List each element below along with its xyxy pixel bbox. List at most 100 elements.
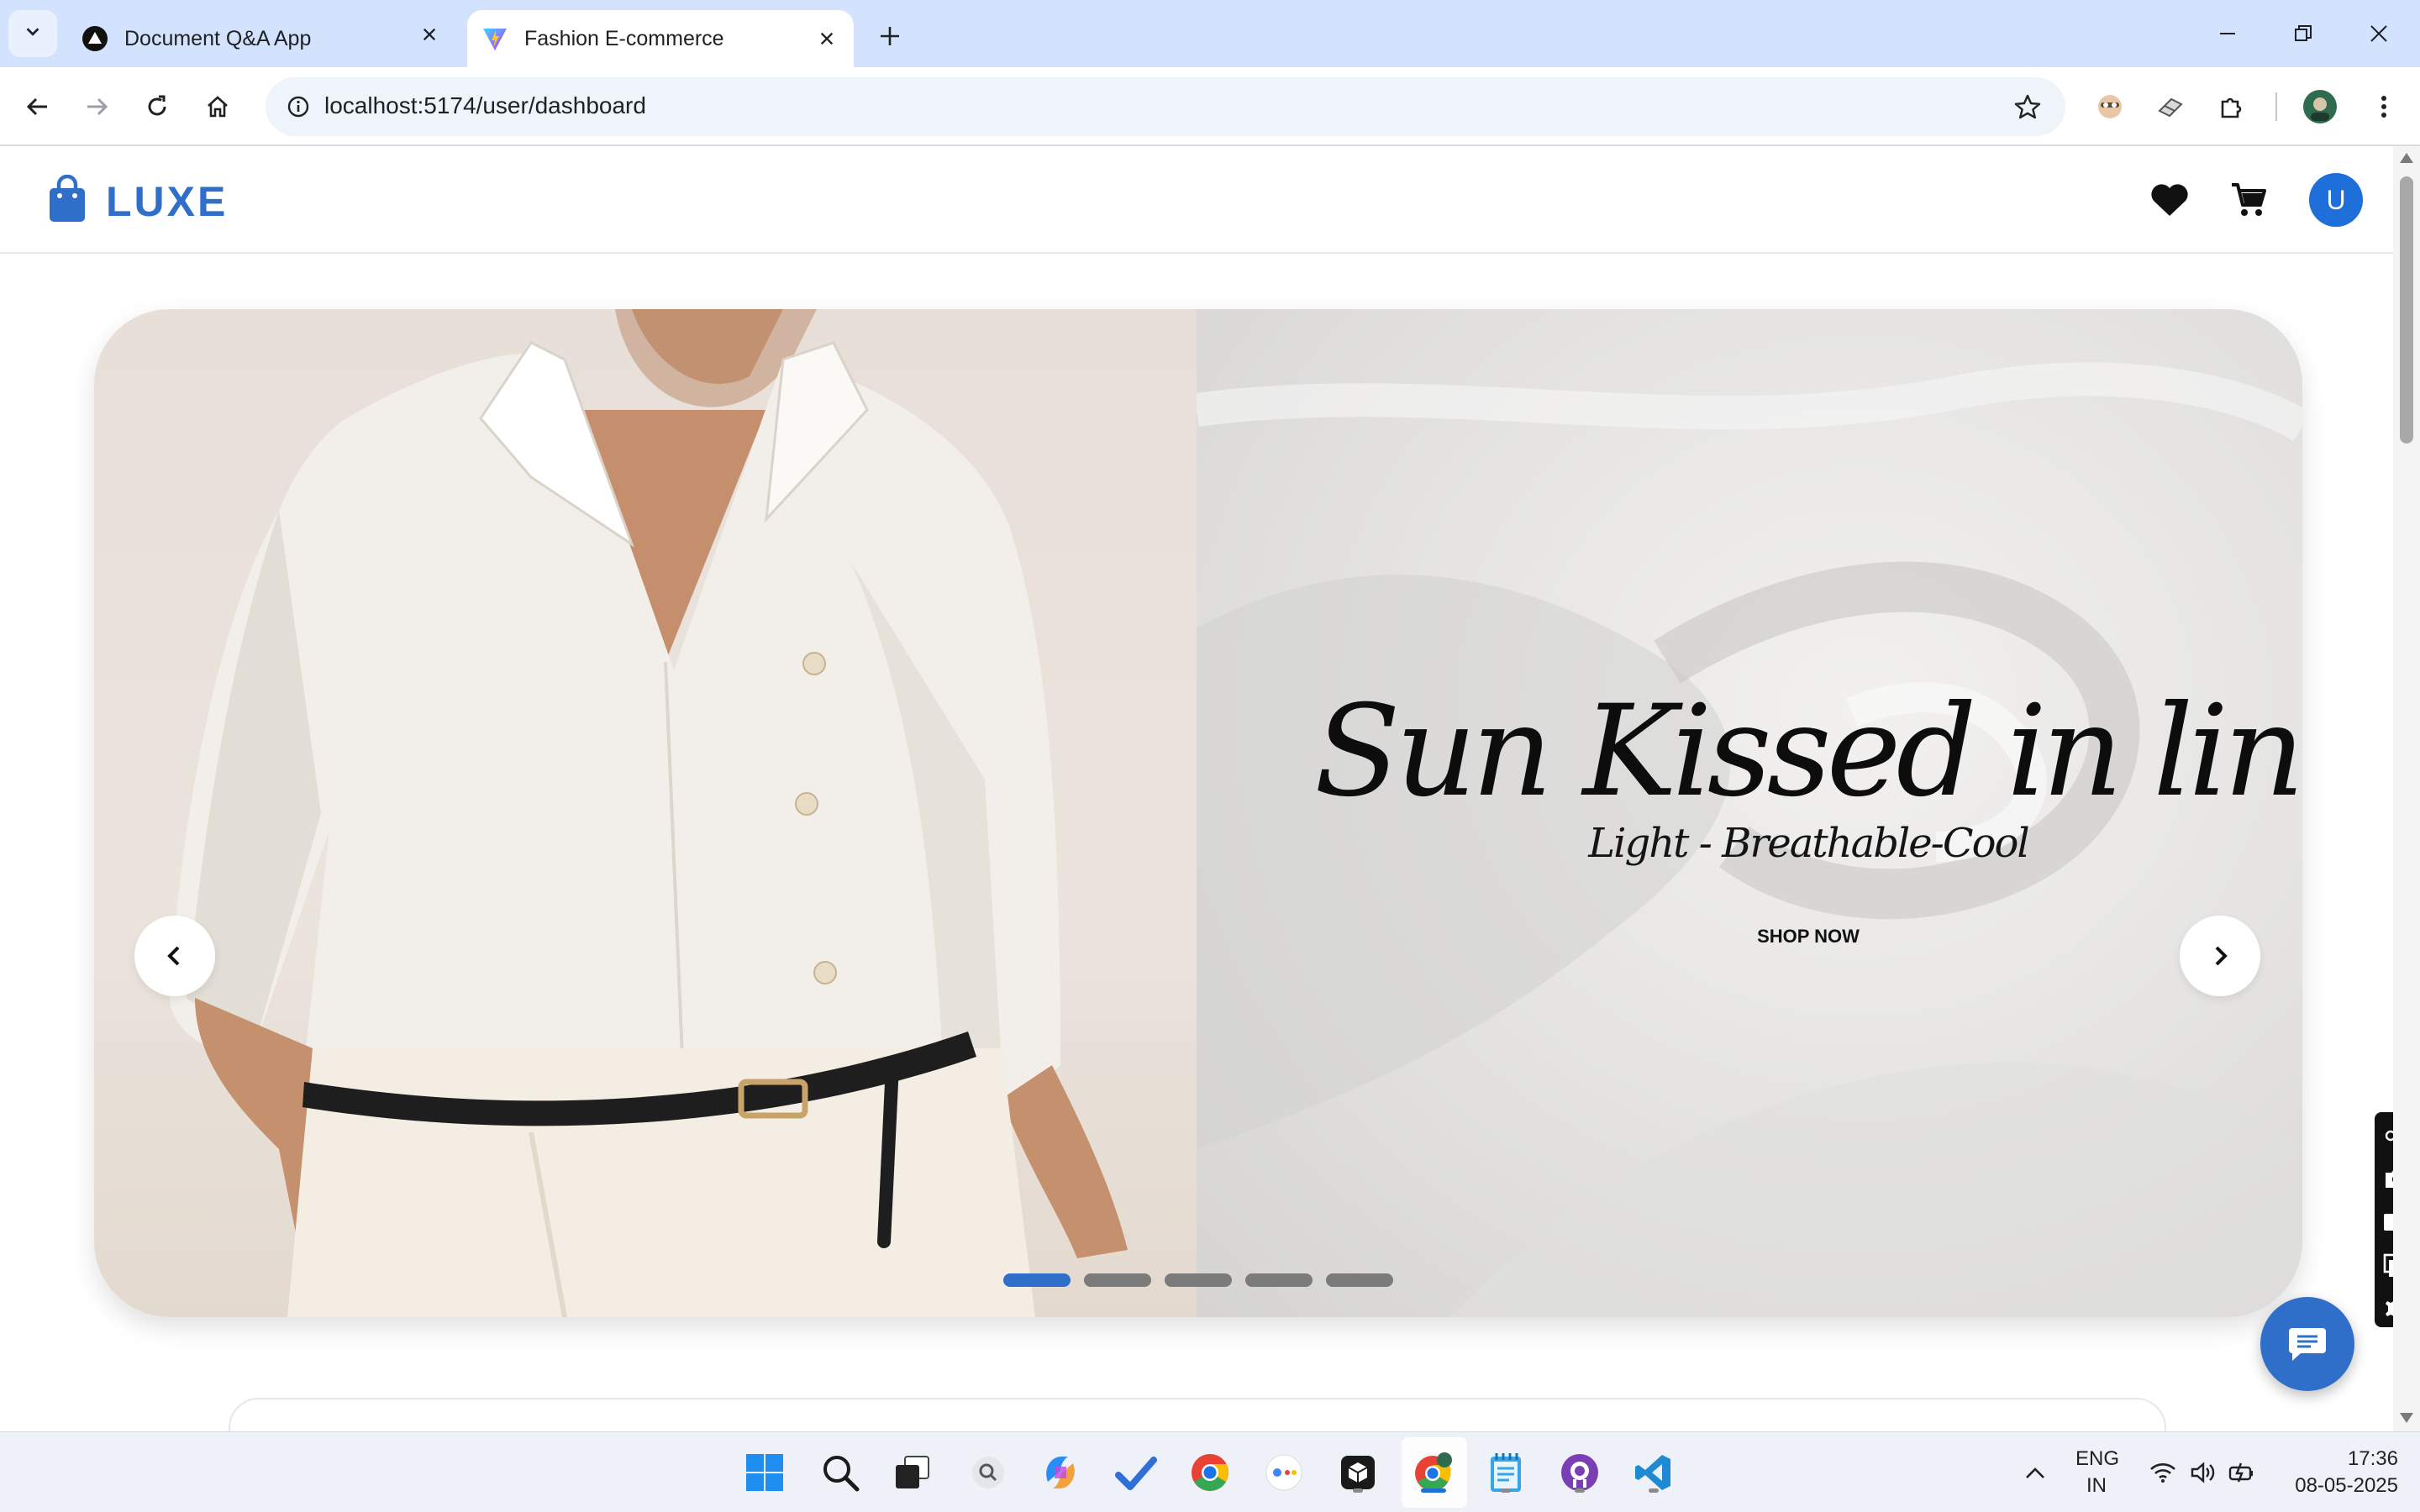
profile-avatar[interactable] [2299, 86, 2341, 128]
new-tab-button[interactable] [871, 17, 909, 55]
close-window-button[interactable] [2341, 8, 2417, 59]
lens-app-button[interactable] [963, 1447, 1013, 1498]
heart-icon [2151, 184, 2188, 216]
running-indicator [1575, 1488, 1585, 1493]
running-indicator [1353, 1488, 1363, 1493]
tab-document-qa[interactable]: Document Q&A App [67, 10, 454, 67]
extension-avatar-icon[interactable] [2089, 86, 2131, 128]
task-view-icon [896, 1456, 929, 1488]
cart-button[interactable] [2225, 176, 2272, 223]
chevron-up-icon [2026, 1467, 2044, 1478]
hero-subtitle: Light - Breathable-Cool [1588, 820, 2030, 867]
tab-search-button[interactable] [8, 10, 57, 57]
carousel-dot[interactable] [1326, 1273, 1393, 1287]
close-icon [2370, 25, 2387, 42]
brand-name: LUXE [106, 177, 229, 225]
browser-tab-strip: Document Q&A App Fashion E-commerce [0, 0, 2420, 67]
arrow-right-icon [87, 97, 108, 116]
notepad-icon [1491, 1453, 1521, 1492]
carousel-indicators [1003, 1273, 1393, 1287]
carousel-dot[interactable] [1245, 1273, 1313, 1287]
todo-app-button[interactable] [1111, 1447, 1161, 1498]
shopping-cart-icon [2232, 183, 2266, 216]
app-logo-icon [81, 24, 109, 53]
extensions-puzzle-icon[interactable] [2210, 86, 2252, 128]
battery-status[interactable] [2217, 1447, 2267, 1498]
chrome-profile-button[interactable] [1408, 1447, 1459, 1498]
browser-toolbar: localhost:5174/user/dashboard [0, 67, 2420, 146]
carousel-dot[interactable] [1003, 1273, 1071, 1287]
page-scrollbar[interactable] [2393, 146, 2420, 1431]
clock-time: 17:36 [2347, 1447, 2398, 1470]
system-clock[interactable]: 17:36 08-05-2025 [2272, 1446, 2398, 1499]
tab-title: Fashion E-commerce [524, 26, 724, 50]
dark-app-button[interactable] [1333, 1447, 1383, 1498]
copilot-button[interactable] [1035, 1447, 1086, 1498]
chevron-left-icon [167, 946, 180, 966]
wishlist-button[interactable] [2146, 176, 2193, 223]
chevron-down-icon [24, 23, 42, 45]
home-button[interactable] [197, 86, 239, 128]
reload-button[interactable] [136, 86, 178, 128]
carousel-dot[interactable] [1165, 1273, 1232, 1287]
running-indicator [1649, 1488, 1659, 1493]
github-desktop-button[interactable] [1555, 1447, 1605, 1498]
task-view-button[interactable] [887, 1447, 938, 1498]
checkmark-icon [1115, 1457, 1157, 1490]
reload-icon [148, 95, 166, 116]
windows-taskbar: ENG IN 17:36 08-05-2025 [0, 1431, 2420, 1512]
password-app-button[interactable] [1259, 1447, 1309, 1498]
tab-close-button[interactable] [410, 17, 449, 55]
hero-carousel: Sun Kissed in linen Light - Breathable-C… [94, 309, 2302, 1317]
github-icon [1561, 1454, 1598, 1491]
magnifier-app-icon [972, 1457, 1004, 1488]
tab-fashion-ecommerce[interactable]: Fashion E-commerce [467, 10, 854, 67]
windows-start-button[interactable] [739, 1447, 790, 1498]
close-icon [820, 32, 834, 45]
site-info-icon[interactable] [277, 86, 319, 128]
chat-bubble-icon [2289, 1328, 2326, 1361]
chat-button[interactable] [2260, 1297, 2354, 1391]
language-code: ENG [2075, 1447, 2120, 1470]
tab-title: Document Q&A App [124, 26, 312, 50]
scroll-down-arrow[interactable] [2400, 1413, 2413, 1423]
scroll-up-arrow[interactable] [2400, 153, 2413, 163]
restore-icon [2295, 25, 2312, 41]
carousel-prev-button[interactable] [134, 916, 215, 996]
scrollbar-thumb[interactable] [2400, 176, 2413, 444]
notepad-button[interactable] [1481, 1447, 1531, 1498]
toolbar-divider [2275, 92, 2277, 121]
bookmark-star-icon[interactable] [2007, 86, 2049, 128]
address-bar[interactable]: localhost:5174/user/dashboard [266, 77, 2065, 136]
site-header: LUXE U [0, 146, 2393, 254]
forward-button[interactable] [76, 86, 118, 128]
restore-button[interactable] [2265, 8, 2341, 59]
brand-logo[interactable]: LUXE [47, 174, 229, 228]
back-button[interactable] [17, 86, 59, 128]
vscode-icon [1635, 1455, 1670, 1490]
chrome-button[interactable] [1185, 1447, 1235, 1498]
chrome-profile-icon [1415, 1452, 1452, 1491]
extension-eraser-icon[interactable] [2149, 86, 2191, 128]
content-card [229, 1398, 2166, 1431]
carousel-dot[interactable] [1084, 1273, 1151, 1287]
show-hidden-icons-button[interactable] [2010, 1447, 2060, 1498]
search-icon [823, 1456, 860, 1492]
chrome-icon [1192, 1454, 1229, 1491]
active-indicator [1421, 1488, 1446, 1493]
arrow-left-icon [26, 97, 47, 116]
minimize-icon [2220, 33, 2235, 34]
tab-close-button[interactable] [810, 22, 844, 55]
input-language-indicator[interactable]: ENG IN [2075, 1446, 2120, 1499]
vscode-button[interactable] [1628, 1447, 1679, 1498]
taskbar-search-button[interactable] [815, 1447, 865, 1498]
linen-shirt-model-illustration [170, 309, 1128, 1317]
minimize-button[interactable] [2190, 8, 2265, 59]
shop-now-button[interactable]: SHOP NOW [1197, 926, 2302, 948]
page-viewport: LUXE U Sun Kissed in lin Light - Breatha… [0, 146, 2393, 1431]
speaker-icon [2191, 1462, 2215, 1483]
copilot-icon [1046, 1457, 1075, 1488]
carousel-next-button[interactable] [2180, 916, 2260, 996]
user-avatar[interactable]: U [2309, 173, 2363, 227]
menu-kebab-icon[interactable] [2363, 86, 2405, 128]
